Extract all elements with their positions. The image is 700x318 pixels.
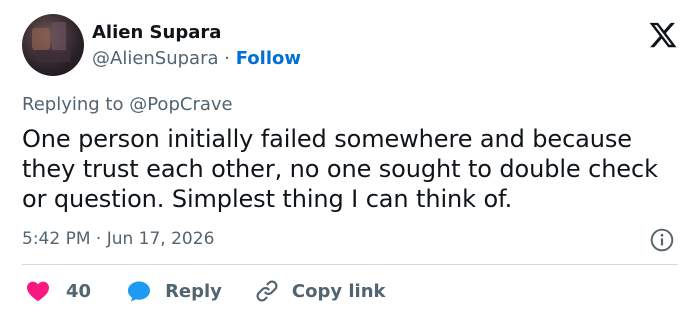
- reply-bubble-icon: [128, 281, 151, 302]
- handle-row: @AlienSupara · Follow: [92, 48, 301, 69]
- divider: [22, 264, 678, 265]
- replying-prefix: Replying to: [22, 94, 124, 115]
- link-icon: [256, 280, 278, 302]
- like-button[interactable]: 40: [26, 280, 91, 302]
- reply-button[interactable]: Reply: [127, 280, 222, 302]
- avatar[interactable]: [22, 14, 84, 76]
- follow-button[interactable]: Follow: [236, 48, 301, 69]
- separator: ·: [224, 48, 230, 69]
- copy-link-button[interactable]: Copy link: [254, 278, 386, 304]
- info-icon[interactable]: [649, 227, 675, 253]
- x-logo-icon[interactable]: [648, 20, 678, 50]
- tweet-text: One person initially failed somewhere an…: [22, 125, 658, 213]
- action-bar: 40 Reply Copy link: [22, 278, 386, 304]
- tweet-header: Alien Supara @AlienSupara · Follow: [22, 14, 682, 80]
- tweet-timestamp[interactable]: 5:42 PM · Jun 17, 2026: [22, 229, 214, 249]
- reply-label: Reply: [165, 280, 222, 302]
- like-count: 40: [66, 280, 92, 302]
- heart-icon: [27, 281, 49, 302]
- replying-mention[interactable]: @PopCrave: [129, 94, 232, 115]
- author-handle[interactable]: @AlienSupara: [92, 48, 219, 69]
- author-name[interactable]: Alien Supara: [92, 22, 221, 43]
- replying-to: Replying to @PopCrave: [22, 94, 233, 115]
- copy-link-label: Copy link: [291, 280, 386, 302]
